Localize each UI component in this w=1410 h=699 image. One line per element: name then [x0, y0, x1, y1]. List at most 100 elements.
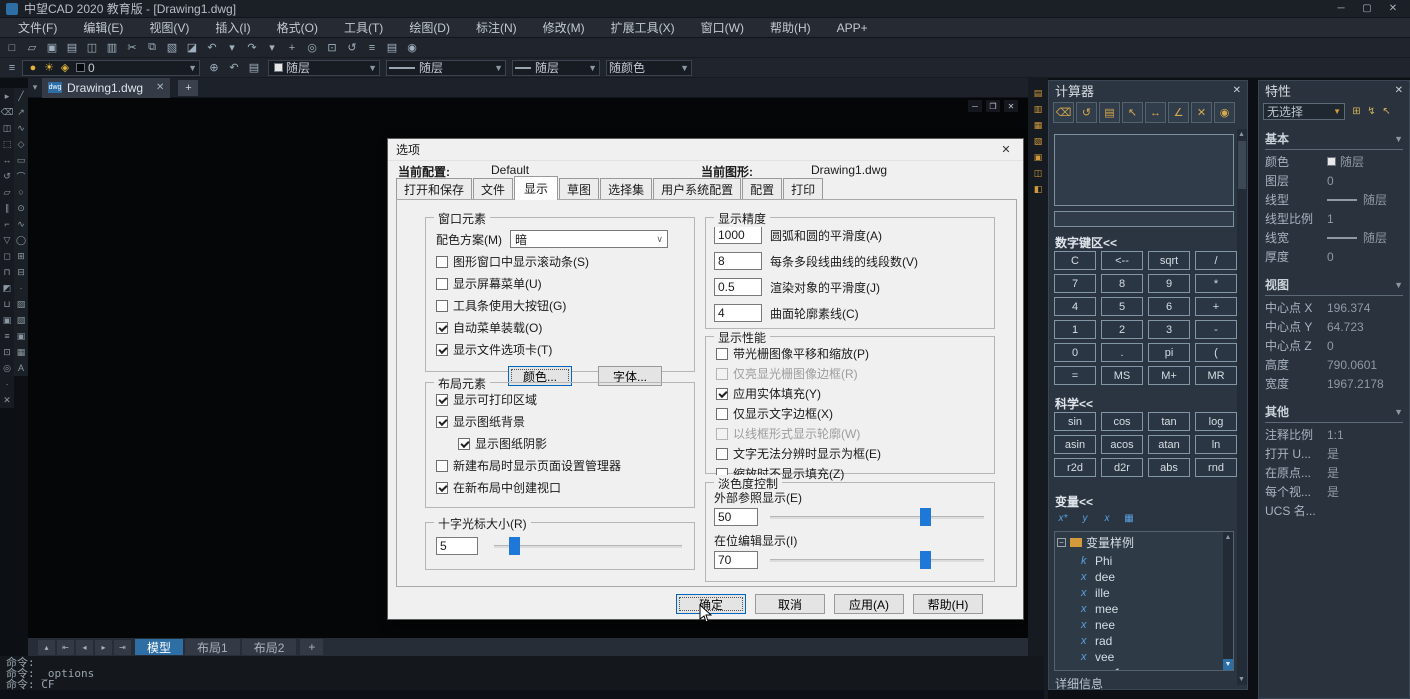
get-coordinates-icon[interactable]: ↖: [1122, 102, 1143, 123]
tool-icon[interactable]: ╱: [15, 88, 28, 104]
variable-item[interactable]: x nee: [1055, 617, 1233, 633]
mdi-close-button[interactable]: ✕: [1004, 100, 1018, 112]
menu-item[interactable]: 标注(N): [464, 17, 529, 38]
scroll-down-icon[interactable]: ▼: [1223, 659, 1233, 670]
tool-icon[interactable]: ▨: [15, 296, 28, 312]
menu-item[interactable]: 文件(F): [6, 17, 69, 38]
tool-icon[interactable]: ○: [15, 184, 28, 200]
tool-icon[interactable]: ◻: [1, 248, 14, 264]
property-row[interactable]: 中心点 Z 0: [1259, 336, 1409, 355]
command-line-area[interactable]: 命令:命令: _options命令: CF: [0, 656, 1044, 690]
dialog-tab[interactable]: 打开和保存: [396, 178, 472, 200]
chevron-down-icon[interactable]: ▼: [1394, 280, 1403, 290]
tool-icon[interactable]: ⌒: [15, 168, 28, 184]
save-icon[interactable]: ▣: [43, 40, 61, 56]
precision-input[interactable]: [714, 252, 762, 270]
dialog-title-bar[interactable]: 选项 ✕: [388, 139, 1023, 161]
tool-icon[interactable]: ◯: [15, 232, 28, 248]
variable-item[interactable]: k Phi: [1055, 553, 1233, 569]
numpad-section-label[interactable]: 数字键区<<: [1055, 234, 1117, 251]
tool-icon[interactable]: ▧: [15, 312, 28, 328]
menu-item[interactable]: 绘图(D): [397, 17, 462, 38]
dialog-tab[interactable]: 文件: [473, 178, 513, 200]
property-row[interactable]: 打开 U... 是: [1259, 444, 1409, 463]
paste-icon[interactable]: ▧: [163, 40, 181, 56]
inplace-edit-slider[interactable]: [770, 551, 984, 569]
property-row[interactable]: 图层 0: [1259, 171, 1409, 190]
menu-item[interactable]: 帮助(H): [758, 17, 823, 38]
calc-key[interactable]: rnd: [1195, 458, 1237, 477]
layer-states-icon[interactable]: ▤: [383, 40, 401, 56]
calc-key[interactable]: 6: [1148, 297, 1190, 316]
scrollbar-thumb[interactable]: [1238, 141, 1246, 189]
layout-nav-button[interactable]: ⇥: [114, 640, 131, 655]
undo-dropdown-icon[interactable]: ▾: [223, 40, 241, 56]
tool-icon[interactable]: ⊓: [1, 264, 14, 280]
calculator-title-bar[interactable]: 计算器 ✕: [1049, 81, 1247, 99]
copy-icon[interactable]: ⧉: [143, 40, 161, 56]
dialog-tab[interactable]: 草图: [559, 178, 599, 200]
menu-item[interactable]: 工具(T): [332, 17, 395, 38]
layer-freeze-icon[interactable]: ☀: [42, 60, 56, 76]
delete-variable-icon[interactable]: x: [1099, 511, 1115, 525]
checkbox-row[interactable]: 自动菜单装载(O): [436, 319, 694, 336]
scroll-up-icon[interactable]: ▲: [1225, 532, 1232, 543]
variables-section-label[interactable]: 变量<<: [1055, 493, 1093, 510]
checkbox[interactable]: [436, 416, 448, 428]
calculator-history-display[interactable]: [1054, 134, 1234, 206]
chevron-down-icon[interactable]: ▼: [490, 63, 503, 73]
dock-palette-icon-6[interactable]: ◫: [1031, 166, 1045, 180]
maximize-button[interactable]: ▢: [1354, 0, 1380, 18]
calculator-close-icon[interactable]: ✕: [1233, 85, 1241, 96]
crosshair-size-input[interactable]: [436, 537, 478, 555]
make-layer-current-icon[interactable]: ⊕: [205, 60, 223, 76]
variable-item[interactable]: x vee: [1055, 649, 1233, 665]
plot-icon[interactable]: ▤: [63, 40, 81, 56]
checkbox-row[interactable]: 应用实体填充(Y): [716, 385, 994, 402]
open-icon[interactable]: ▱: [23, 40, 41, 56]
calc-key[interactable]: 8: [1101, 274, 1143, 293]
help-icon[interactable]: ◉: [1214, 102, 1235, 123]
calc-key[interactable]: -: [1195, 320, 1237, 339]
calc-key[interactable]: MS: [1101, 366, 1143, 385]
tool-icon[interactable]: ↗: [15, 104, 28, 120]
calc-key[interactable]: acos: [1101, 435, 1143, 454]
layout-nav-button[interactable]: ▴: [38, 640, 55, 655]
precision-input[interactable]: [714, 278, 762, 296]
calc-key[interactable]: atan: [1148, 435, 1190, 454]
slider-thumb[interactable]: [509, 537, 520, 555]
layer-lock-icon[interactable]: ◈: [58, 60, 72, 76]
checkbox-row[interactable]: 显示屏幕菜单(U): [436, 275, 694, 292]
calc-key[interactable]: sqrt: [1148, 251, 1190, 270]
chevron-down-icon[interactable]: ▼: [584, 63, 597, 73]
new-variable-icon[interactable]: x*: [1055, 511, 1071, 525]
calc-key[interactable]: <--: [1101, 251, 1143, 270]
layer-previous-icon[interactable]: ↶: [225, 60, 243, 76]
dialog-tab[interactable]: 打印: [783, 178, 823, 200]
section-header-other[interactable]: 其他 ▼: [1265, 403, 1403, 423]
checkbox[interactable]: [716, 348, 728, 360]
calc-key[interactable]: 4: [1054, 297, 1096, 316]
new-document-tab-button[interactable]: +: [178, 80, 198, 96]
dock-palette-icon-1[interactable]: ▤: [1031, 86, 1045, 100]
xref-display-input[interactable]: [714, 508, 758, 526]
precision-input[interactable]: [714, 226, 762, 244]
layout-nav-button[interactable]: ▸: [95, 640, 112, 655]
mdi-minimize-button[interactable]: ─: [968, 100, 982, 112]
menu-item[interactable]: 视图(V): [137, 17, 201, 38]
tool-icon[interactable]: ∿: [15, 120, 28, 136]
property-row[interactable]: 中心点 X 196.374: [1259, 298, 1409, 317]
tool-icon[interactable]: ∿: [15, 216, 28, 232]
xref-display-slider[interactable]: [770, 508, 984, 526]
tool-icon[interactable]: ⌫: [1, 104, 14, 120]
quick-select-icon[interactable]: ↯: [1364, 104, 1379, 119]
checkbox-row[interactable]: 文字无法分辨时显示为框(E): [716, 445, 994, 462]
tool-icon[interactable]: ≡: [1, 328, 14, 344]
select-objects-icon[interactable]: ↖: [1379, 104, 1394, 119]
layout-tab[interactable]: 模型: [135, 639, 183, 655]
calc-key[interactable]: r2d: [1054, 458, 1096, 477]
color-combo[interactable]: 随层 ▼: [268, 60, 380, 76]
angle-of-line-icon[interactable]: ∠: [1168, 102, 1189, 123]
chevron-down-icon[interactable]: ▼: [364, 63, 377, 73]
calc-key[interactable]: d2r: [1101, 458, 1143, 477]
